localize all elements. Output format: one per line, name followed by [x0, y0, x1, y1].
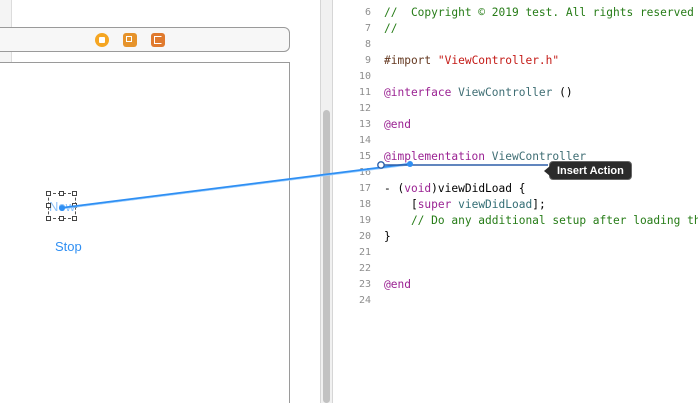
line-number: 12 — [358, 103, 371, 114]
resize-handle-tl[interactable] — [46, 191, 51, 196]
resize-handle-bm[interactable] — [59, 216, 64, 221]
code-line[interactable]: 17 - (void)viewDidLoad { — [333, 181, 698, 197]
exit-icon[interactable] — [151, 33, 165, 47]
code-token: #import — [384, 54, 432, 67]
code-text: #import "ViewController.h" — [384, 53, 559, 69]
view-controller-icon[interactable] — [95, 33, 109, 47]
line-number: 6 — [364, 7, 371, 18]
code-line[interactable]: 24 — [333, 293, 698, 309]
code-token: // Do any additional setup after loading… — [384, 214, 698, 227]
code-line[interactable]: 12 — [333, 101, 698, 117]
scene-dock-icons — [95, 33, 165, 47]
code-text: // — [384, 21, 397, 37]
code-text: [super viewDidLoad]; — [384, 197, 546, 213]
code-text: } — [384, 229, 391, 245]
code-text: - (void)viewDidLoad { — [384, 181, 525, 197]
code-token: @end — [384, 118, 411, 131]
code-line[interactable]: 14 — [333, 133, 698, 149]
code-token: - ( — [384, 182, 405, 195]
storyboard-canvas[interactable]: New Stop — [0, 0, 320, 403]
view-controller-view[interactable] — [0, 62, 290, 403]
code-text: @interface ViewController () — [384, 85, 573, 101]
line-number: 20 — [358, 231, 371, 242]
code-token: // Copyright © 2019 test. All rights res… — [384, 6, 694, 19]
line-number: 23 — [358, 279, 371, 290]
line-number: 15 — [358, 151, 371, 162]
stop-button[interactable]: Stop — [55, 239, 82, 254]
code-token: () — [552, 86, 573, 99]
code-token: @interface — [384, 86, 452, 99]
insert-action-tooltip: Insert Action — [544, 161, 632, 180]
line-number: 9 — [364, 55, 371, 66]
line-number: 14 — [358, 135, 371, 146]
line-number: 13 — [358, 119, 371, 130]
first-responder-icon[interactable] — [123, 33, 137, 47]
code-token: "ViewController.h" — [431, 54, 560, 67]
code-token: void — [404, 182, 432, 195]
code-token: )viewDidLoad { — [431, 182, 526, 195]
code-token: } — [384, 230, 391, 243]
code-text: @end — [384, 277, 411, 293]
code-token: super — [417, 198, 452, 211]
code-line[interactable]: 13 @end — [333, 117, 698, 133]
code-editor[interactable]: 6 // Copyright © 2019 test. All rights re… — [333, 0, 698, 403]
code-line[interactable]: 15 @implementation ViewController — [333, 149, 698, 165]
resize-handle-ml[interactable] — [46, 203, 51, 208]
code-text: @end — [384, 117, 411, 133]
code-line[interactable]: 8 — [333, 37, 698, 53]
code-line[interactable]: 20} — [333, 229, 698, 245]
resize-handle-tr[interactable] — [72, 191, 77, 196]
code-line[interactable]: 22 — [333, 261, 698, 277]
resize-handle-br[interactable] — [72, 216, 77, 221]
code-token: [ — [384, 198, 418, 211]
code-line[interactable]: 11 @interface ViewController () — [333, 85, 698, 101]
code-token: @end — [384, 278, 411, 291]
line-number: 18 — [358, 199, 371, 210]
scene-dock[interactable] — [0, 27, 290, 52]
code-text: // Do any additional setup after loading… — [384, 213, 698, 229]
line-number: 21 — [358, 247, 371, 258]
line-number: 11 — [358, 87, 371, 98]
code-line[interactable]: 10 — [333, 69, 698, 85]
resize-handle-mr[interactable] — [72, 203, 77, 208]
code-line[interactable]: 16 — [333, 165, 698, 181]
code-token: // — [384, 22, 398, 35]
code-text: // Copyright © 2019 test. All rights res… — [384, 5, 694, 21]
code-token: @implementation — [384, 150, 486, 163]
code-line[interactable]: 19 // Do any additional setup after load… — [333, 213, 698, 229]
line-number: 17 — [358, 183, 371, 194]
resize-handle-tm[interactable] — [59, 191, 64, 196]
code-line[interactable]: 7 // — [333, 21, 698, 37]
code-line[interactable]: 21 — [333, 245, 698, 261]
line-number: 24 — [358, 295, 371, 306]
code-token: ]; — [532, 198, 546, 211]
code-token: viewDidLoad — [451, 198, 533, 211]
canvas-scrollbar-thumb[interactable] — [323, 110, 330, 403]
line-number: 19 — [358, 215, 371, 226]
code-line[interactable]: 23 @end — [333, 277, 698, 293]
line-number: 22 — [358, 263, 371, 274]
line-number: 8 — [364, 39, 371, 50]
code-line[interactable]: 18 [super viewDidLoad]; — [333, 197, 698, 213]
code-token: ViewController — [451, 86, 553, 99]
line-number: 10 — [358, 71, 371, 82]
resize-handle-bl[interactable] — [46, 216, 51, 221]
code-line[interactable]: 6 // Copyright © 2019 test. All rights re… — [333, 5, 698, 21]
line-number: 16 — [358, 167, 371, 178]
line-number: 7 — [364, 23, 371, 34]
code-line[interactable]: 9 #import "ViewController.h" — [333, 53, 698, 69]
